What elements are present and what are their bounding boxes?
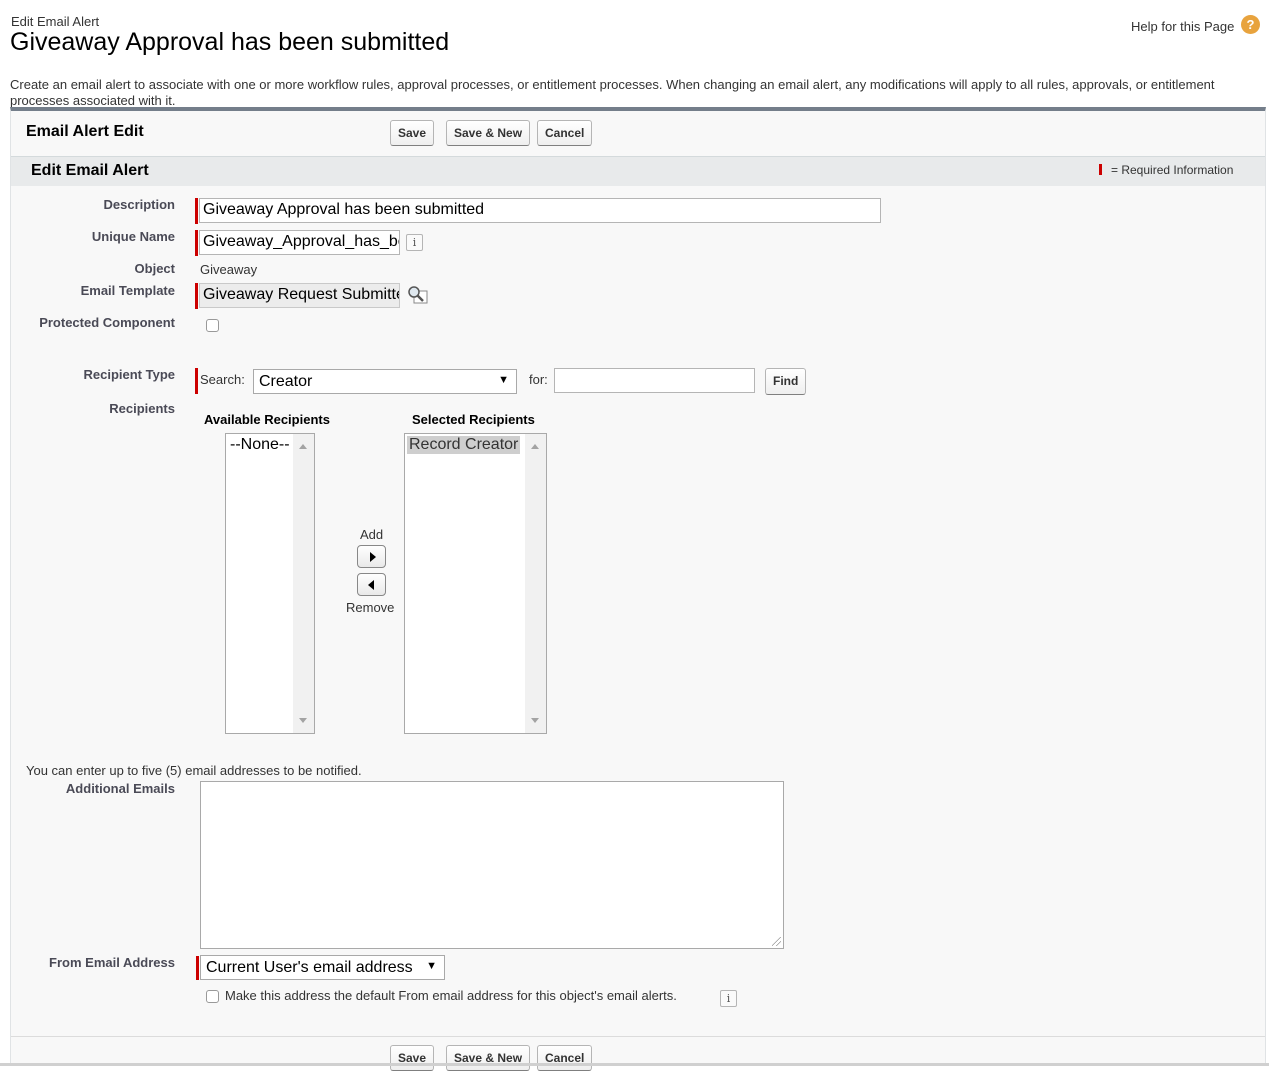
lookup-icon[interactable]	[406, 285, 428, 305]
default-from-checkbox[interactable]	[206, 990, 219, 1003]
help-link[interactable]: Help for this Page	[1131, 19, 1234, 34]
required-info-text: = Required Information	[1111, 163, 1234, 177]
unique-name-input[interactable]: Giveaway_Approval_has_been_submitted	[199, 230, 400, 255]
protected-component-checkbox[interactable]	[206, 319, 219, 332]
additional-emails-textarea[interactable]	[200, 781, 784, 949]
required-marker	[196, 956, 199, 980]
remove-label: Remove	[346, 600, 395, 615]
from-email-label: From Email Address	[49, 955, 175, 970]
add-label: Add	[360, 527, 384, 542]
page-subtitle: Edit Email Alert	[11, 14, 100, 29]
required-legend-marker	[1099, 164, 1102, 175]
resize-grip-icon[interactable]	[772, 937, 781, 946]
recipient-search-input[interactable]	[554, 368, 755, 393]
arrow-left-icon	[368, 580, 374, 590]
help-icon[interactable]: ?	[1241, 15, 1260, 34]
email-template-input[interactable]: Giveaway Request Submitted	[199, 283, 400, 308]
chevron-down-icon: ▼	[426, 960, 437, 972]
info-icon[interactable]: i	[720, 990, 737, 1007]
description-input[interactable]: Giveaway Approval has been submitted	[199, 198, 881, 223]
cancel-button[interactable]: Cancel	[537, 120, 593, 146]
scrollbar[interactable]	[293, 434, 314, 733]
scrollbar[interactable]	[525, 434, 546, 733]
recipient-type-value: Creator	[259, 373, 313, 390]
available-recipients-header: Available Recipients	[204, 412, 330, 427]
from-email-select[interactable]: Current User's email address ▼	[200, 955, 445, 980]
required-marker	[195, 198, 198, 224]
required-marker	[195, 230, 198, 256]
panel-title: Email Alert Edit	[26, 123, 144, 140]
search-label: Search:	[200, 372, 245, 387]
list-item[interactable]: Record Creator	[407, 436, 521, 454]
required-marker	[195, 368, 198, 394]
arrow-right-icon	[370, 552, 376, 562]
footer-divider	[11, 1036, 1265, 1037]
chevron-down-icon: ▼	[498, 374, 509, 386]
save-button[interactable]: Save	[390, 120, 435, 146]
protected-component-label: Protected Component	[39, 315, 175, 330]
email-template-label: Email Template	[80, 283, 175, 298]
scroll-down-icon[interactable]	[531, 718, 539, 723]
list-item[interactable]: --None--	[228, 436, 292, 454]
additional-emails-note: You can enter up to five (5) email addre…	[26, 763, 362, 778]
scroll-up-icon[interactable]	[531, 444, 539, 449]
save-button[interactable]: Save	[390, 1045, 435, 1071]
add-button[interactable]	[357, 545, 386, 568]
description-label: Description	[103, 197, 175, 212]
for-label: for:	[529, 372, 548, 387]
from-email-value: Current User's email address	[206, 959, 413, 976]
additional-emails-label: Additional Emails	[65, 781, 175, 796]
unique-name-label: Unique Name	[91, 229, 175, 244]
save-new-button[interactable]: Save & New	[446, 1045, 531, 1071]
section-header	[11, 156, 1265, 186]
recipient-type-label: Recipient Type	[83, 367, 175, 382]
info-icon[interactable]: i	[406, 234, 423, 251]
object-value: Giveaway	[200, 262, 258, 277]
object-label: Object	[134, 261, 175, 276]
cancel-button[interactable]: Cancel	[537, 1045, 593, 1071]
find-button[interactable]: Find	[765, 368, 807, 395]
default-from-label: Make this address the default From email…	[225, 988, 677, 1003]
page-title: Giveaway Approval has been submitted	[10, 28, 450, 56]
save-new-button[interactable]: Save & New	[446, 120, 531, 146]
available-recipients-list[interactable]: --None--	[225, 433, 315, 734]
section-title: Edit Email Alert	[31, 162, 149, 179]
required-marker	[195, 283, 198, 309]
recipients-label: Recipients	[109, 401, 175, 416]
scroll-down-icon[interactable]	[299, 718, 307, 723]
selected-recipients-header: Selected Recipients	[412, 412, 535, 427]
recipient-type-select[interactable]: Creator ▼	[253, 369, 517, 394]
scroll-up-icon[interactable]	[299, 444, 307, 449]
remove-button[interactable]	[357, 573, 386, 596]
selected-recipients-list[interactable]: Record Creator	[404, 433, 547, 734]
intro-text: Create an email alert to associate with …	[10, 77, 1215, 108]
